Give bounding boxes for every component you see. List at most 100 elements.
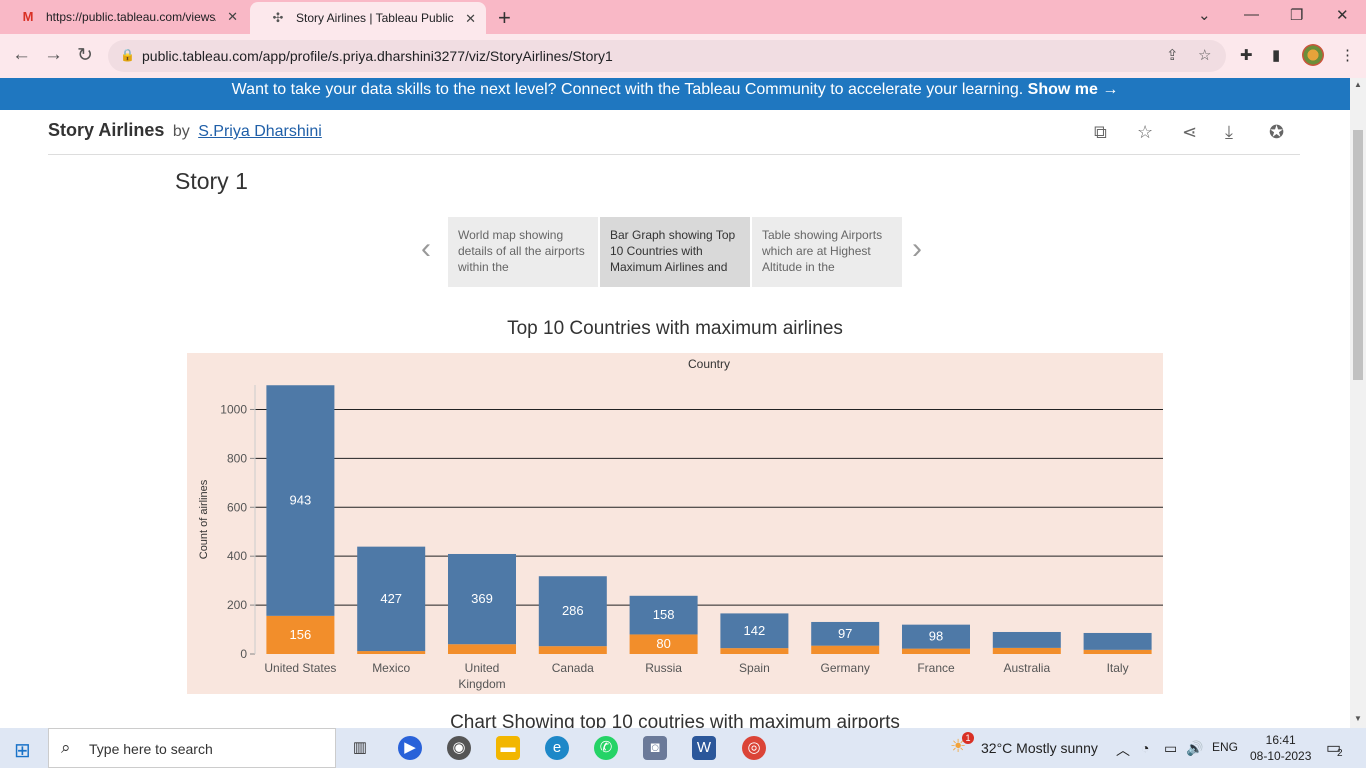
time: 16:41 xyxy=(1265,733,1296,747)
media-player-icon[interactable]: ▶ xyxy=(398,736,422,760)
minimize-icon[interactable]: — xyxy=(1244,6,1259,23)
tab-gmail[interactable]: M https://public.tableau.com/views/ ✕ xyxy=(0,0,248,34)
word-icon[interactable]: W xyxy=(692,736,716,760)
bar-value-label: 427 xyxy=(380,591,402,606)
story-title: Story 1 xyxy=(175,168,248,194)
story-prev-arrow-icon[interactable]: ‹ xyxy=(421,232,431,266)
side-panel-icon[interactable]: ▮ xyxy=(1272,46,1280,64)
camera-icon[interactable]: ◙ xyxy=(643,736,667,760)
task-view-icon[interactable]: ▥ xyxy=(348,736,372,760)
search-icon: ⌕ xyxy=(61,738,71,757)
download-icon[interactable]: ⤓ xyxy=(1225,122,1233,143)
chevron-up-icon[interactable]: ︿ xyxy=(1116,740,1130,760)
show-me-link[interactable]: Show me → xyxy=(1028,81,1119,98)
bar-chart-svg: Country 0 200 400 600 800 1000 Count of airline… xyxy=(198,357,1163,691)
menu-icon[interactable]: ⋮ xyxy=(1340,46,1355,64)
bookmark-star-icon[interactable]: ☆ xyxy=(1198,46,1211,64)
by-label: by xyxy=(172,123,190,140)
windows-taskbar: ⊞ ⌕ Type here to search ▥ ▶ ◉ ▬ e ✆ ◙ W … xyxy=(0,728,1366,768)
bar-value-label: 156 xyxy=(290,627,312,642)
chrome-icon[interactable]: ◎ xyxy=(742,736,766,760)
banner-text: Want to take your data skills to the nex… xyxy=(231,81,1024,98)
close-tab-icon[interactable]: ✕ xyxy=(465,11,476,27)
bar-value-label: 286 xyxy=(562,603,584,618)
close-tab-icon[interactable]: ✕ xyxy=(227,9,238,25)
x-tick-label: Russia xyxy=(645,661,682,675)
url-text[interactable]: public.tableau.com/app/profile/s.priya.d… xyxy=(142,48,613,64)
clock[interactable]: 16:41 08-10-2023 xyxy=(1250,732,1311,764)
search-placeholder: Type here to search xyxy=(89,741,213,757)
x-tick-label: Italy xyxy=(1107,661,1129,675)
tab-title: Story Airlines | Tableau Public xyxy=(296,11,454,25)
browser-tab-strip: M https://public.tableau.com/views/ ✕ ✣ … xyxy=(0,0,1366,34)
omnibox[interactable]: 🔒 public.tableau.com/app/profile/s.priya… xyxy=(108,40,1226,72)
disc-app-icon[interactable]: ◉ xyxy=(447,736,471,760)
bar-value-label: 142 xyxy=(744,623,766,638)
taskbar-search[interactable]: ⌕ Type here to search xyxy=(48,728,336,768)
new-tab-icon[interactable]: + xyxy=(498,5,511,31)
bar-segment xyxy=(992,647,1061,654)
x-tick-label: Kingdom xyxy=(458,677,505,691)
battery-icon[interactable]: ▭ xyxy=(1164,740,1177,757)
x-tick-label: France xyxy=(917,661,955,675)
bar-segment xyxy=(720,648,789,654)
bar-segment xyxy=(992,631,1061,648)
scroll-up-icon[interactable]: ▲ xyxy=(1354,80,1362,89)
windows-start-icon[interactable]: ⊞ xyxy=(14,738,31,763)
viz-header: Story Airlines by S.Priya Dharshini ⧉ ☆ … xyxy=(48,120,1300,155)
back-icon[interactable]: ← xyxy=(12,44,31,66)
address-toolbar: ← → ↻ 🔒 public.tableau.com/app/profile/s… xyxy=(0,34,1366,78)
weather-badge: 1 xyxy=(962,732,974,744)
scrollbar-thumb[interactable] xyxy=(1353,130,1363,380)
language-indicator[interactable]: ENG xyxy=(1212,740,1238,754)
close-window-icon[interactable]: ✕ xyxy=(1336,6,1349,24)
page-scrollbar[interactable]: ▲ ▼ xyxy=(1350,78,1366,728)
bar-value-label: 97 xyxy=(838,626,852,641)
next-chart-title: Chart Showing top 10 coutries with maxim… xyxy=(450,712,900,728)
x-tick-label: Mexico xyxy=(372,661,410,675)
weather-text[interactable]: 32°C Mostly sunny xyxy=(981,740,1098,756)
x-tick-label: Germany xyxy=(821,661,870,675)
share-icon[interactable]: ⇪ xyxy=(1166,46,1179,64)
author-link[interactable]: S.Priya Dharshini xyxy=(198,123,322,140)
profile-avatar[interactable] xyxy=(1302,44,1324,66)
copy-icon[interactable]: ⧉ xyxy=(1094,122,1107,143)
story-point-active[interactable]: Bar Graph showing Top 10 Countries with … xyxy=(600,217,750,287)
x-tick-label: Spain xyxy=(739,661,770,675)
story-point[interactable]: Table showing Airports which are at High… xyxy=(752,217,902,287)
volume-icon[interactable]: 🔊 xyxy=(1186,740,1203,757)
story-next-arrow-icon[interactable]: › xyxy=(912,232,922,266)
story-point[interactable]: World map showing details of all the air… xyxy=(448,217,598,287)
bar-segment xyxy=(538,646,607,654)
bar-value-label: 158 xyxy=(653,607,675,622)
lock-icon[interactable]: 🔒 xyxy=(120,48,135,62)
network-icon[interactable]: ◔ xyxy=(1141,740,1149,756)
y-tick-label: 200 xyxy=(227,598,247,612)
edge-icon[interactable]: e xyxy=(545,736,569,760)
date: 08-10-2023 xyxy=(1250,749,1312,763)
community-banner: Want to take your data skills to the nex… xyxy=(0,78,1350,110)
file-explorer-icon[interactable]: ▬ xyxy=(496,736,520,760)
whatsapp-icon[interactable]: ✆ xyxy=(594,736,618,760)
gmail-icon: M xyxy=(22,9,34,24)
x-tick-label: Canada xyxy=(552,661,594,675)
favorite-star-icon[interactable]: ☆ xyxy=(1137,122,1153,143)
bar-value-label: 80 xyxy=(656,636,670,651)
tab-search-icon[interactable]: ⌄ xyxy=(1198,6,1211,24)
x-tick-label: United xyxy=(465,661,500,675)
share-icon[interactable]: ⋖ xyxy=(1182,122,1197,143)
chart-title: Top 10 Countries with maximum airlines xyxy=(507,318,843,339)
y-tick-label: 0 xyxy=(240,647,247,661)
badge-icon[interactable]: ✪ xyxy=(1269,122,1284,143)
bar-value-label: 369 xyxy=(471,591,493,606)
y-axis-title: Count of airlines xyxy=(198,479,210,559)
tab-story-airlines[interactable]: ✣ Story Airlines | Tableau Public ✕ xyxy=(250,2,486,34)
restore-icon[interactable]: ❐ xyxy=(1290,6,1303,24)
viz-title: Story Airlines xyxy=(48,120,165,140)
scroll-down-icon[interactable]: ▼ xyxy=(1354,714,1362,723)
y-tick-label: 1000 xyxy=(220,402,247,416)
forward-icon[interactable]: → xyxy=(44,44,63,66)
extensions-icon[interactable]: ✚ xyxy=(1240,46,1253,64)
tableau-icon: ✣ xyxy=(272,10,284,25)
reload-icon[interactable]: ↻ xyxy=(77,44,93,67)
